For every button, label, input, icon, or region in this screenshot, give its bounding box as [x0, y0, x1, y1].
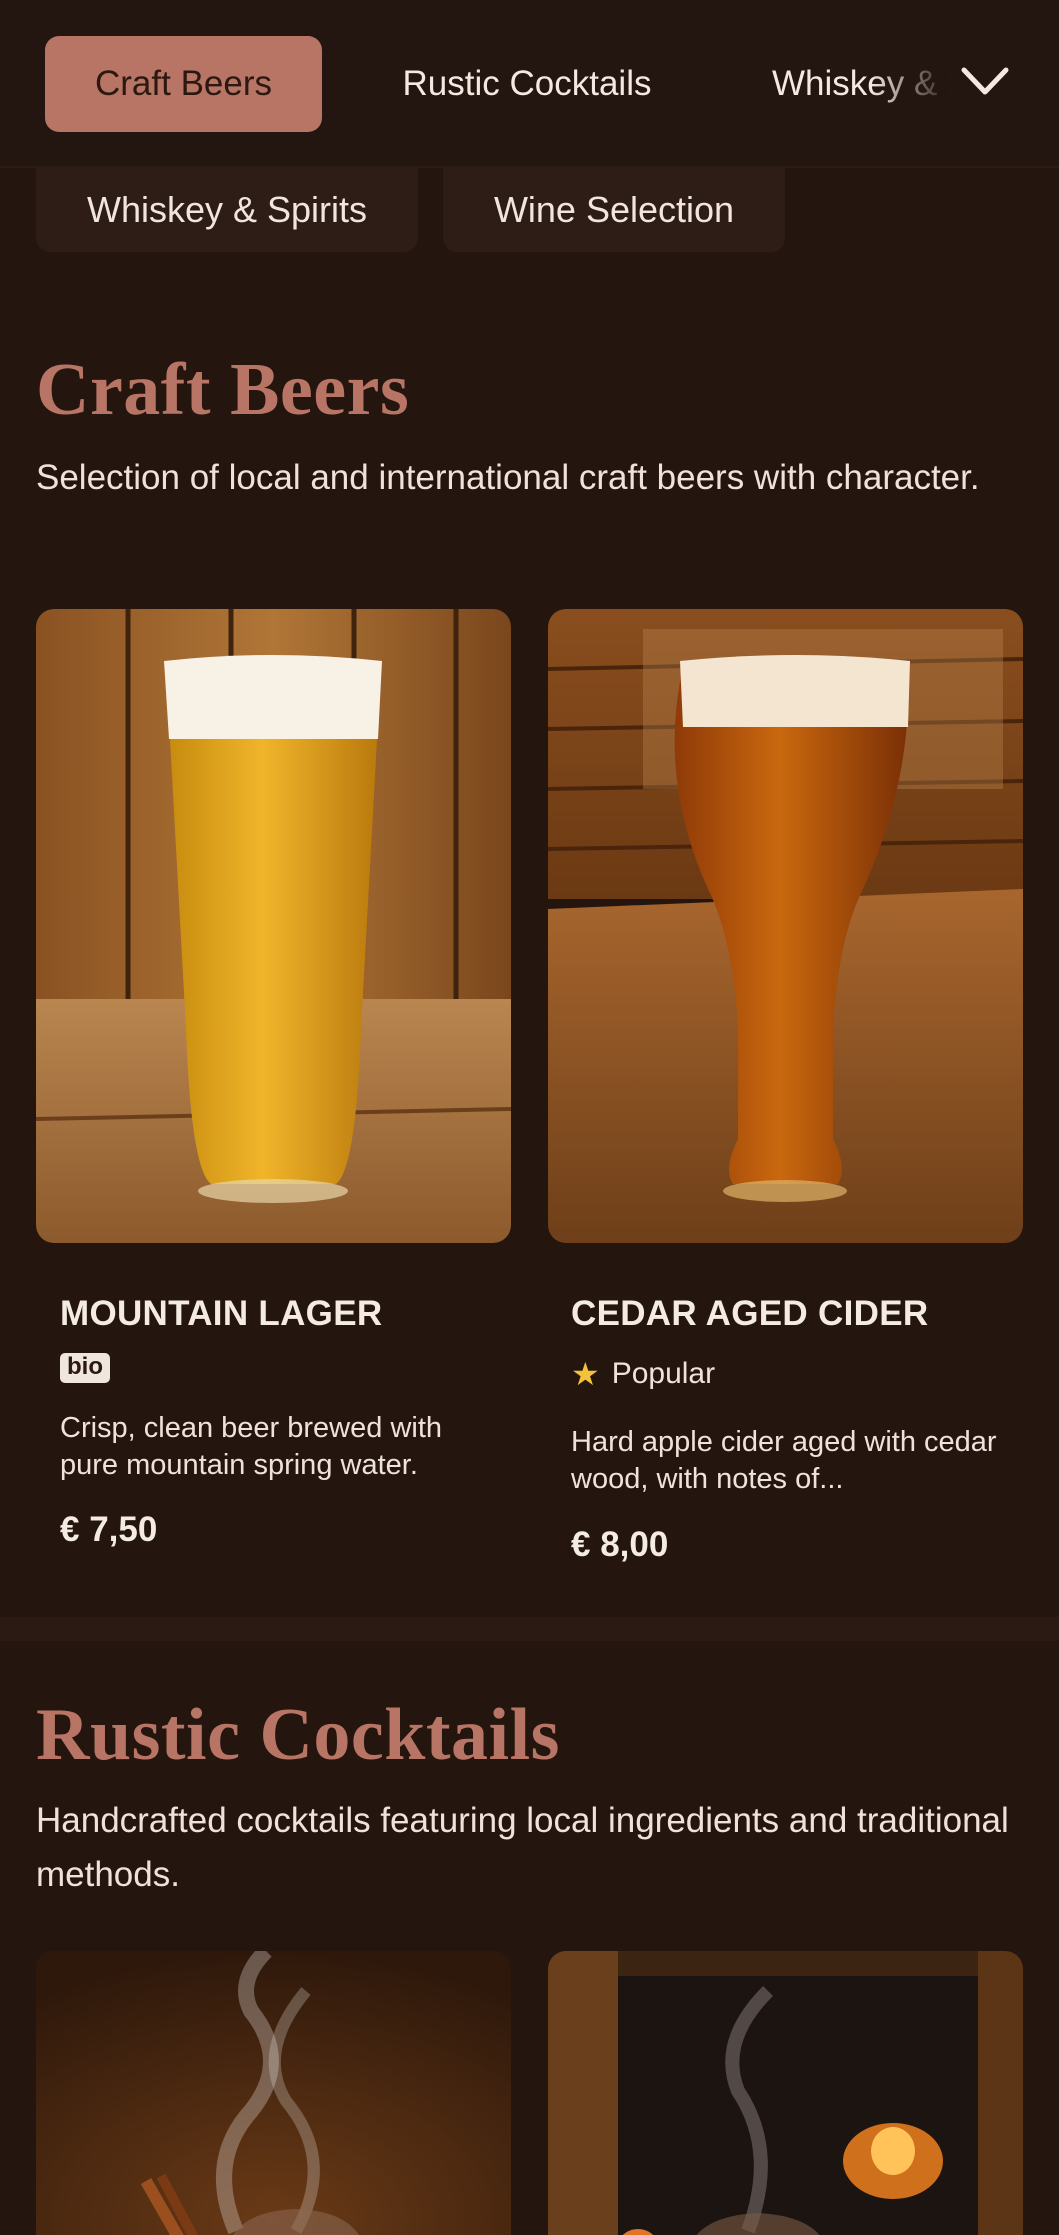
chip-wine-selection[interactable]: Wine Selection — [443, 168, 785, 252]
popular-tag: ★ Popular — [571, 1355, 715, 1393]
section-title-craft-beers: Craft Beers — [36, 349, 410, 431]
popular-label: Popular — [611, 1357, 716, 1390]
section-divider — [0, 1617, 1059, 1641]
tab-whiskey-spirits[interactable]: Whiskey & Spirits — [772, 36, 952, 132]
item-name-cedar-aged-cider: CEDAR AGED CIDER — [571, 1294, 929, 1333]
section-description-rustic-cocktails: Handcrafted cocktails featuring local in… — [36, 1801, 1009, 1894]
tab-craft-beers[interactable]: Craft Beers — [45, 36, 322, 132]
fireplace-cocktail-photo[interactable] — [548, 1951, 1023, 2235]
cider-glass-photo[interactable] — [548, 609, 1023, 1243]
item-price-cedar-aged-cider: € 8,00 — [571, 1525, 669, 1564]
item-description-mountain-lager: Crisp, clean beer brewed with pure mount… — [60, 1412, 443, 1481]
tab-rustic-cocktails[interactable]: Rustic Cocktails — [362, 36, 692, 132]
item-price-mountain-lager: € 7,50 — [60, 1510, 158, 1549]
item-name-mountain-lager: MOUNTAIN LAGER — [60, 1294, 383, 1333]
lager-glass-photo[interactable] — [36, 609, 511, 1243]
steaming-cocktail-photo[interactable] — [36, 1951, 511, 2235]
category-nav-bar: Craft Beers Rustic Cocktails Whiskey & S… — [0, 0, 1059, 168]
chip-whiskey-spirits[interactable]: Whiskey & Spirits — [36, 168, 418, 252]
chevron-down-icon[interactable] — [958, 60, 1012, 104]
star-icon: ★ — [571, 1356, 600, 1392]
section-title-rustic-cocktails: Rustic Cocktails — [36, 1694, 560, 1776]
item-description-cedar-aged-cider: Hard apple cider aged with cedar wood, w… — [571, 1426, 997, 1495]
section-description-craft-beers: Selection of local and international cra… — [36, 458, 980, 497]
bio-badge: bio — [60, 1353, 110, 1383]
